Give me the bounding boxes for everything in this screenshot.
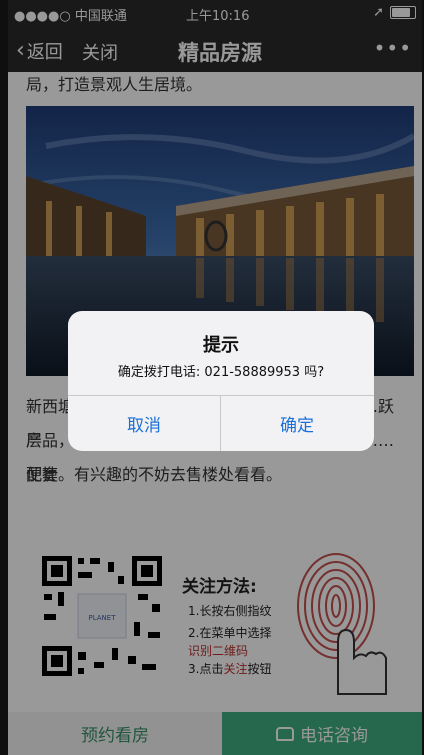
dialog-title: 提示 — [203, 335, 239, 356]
confirm-button[interactable]: 确定 — [221, 396, 373, 451]
dialog-message: 确定拨打电话: 021-58889953 吗? — [117, 365, 325, 380]
cancel-button[interactable]: 取消 — [68, 396, 220, 451]
call-confirm-dialog: 提示 确定拨打电话: 021-58889953 吗? 取消 确定 — [68, 311, 374, 451]
